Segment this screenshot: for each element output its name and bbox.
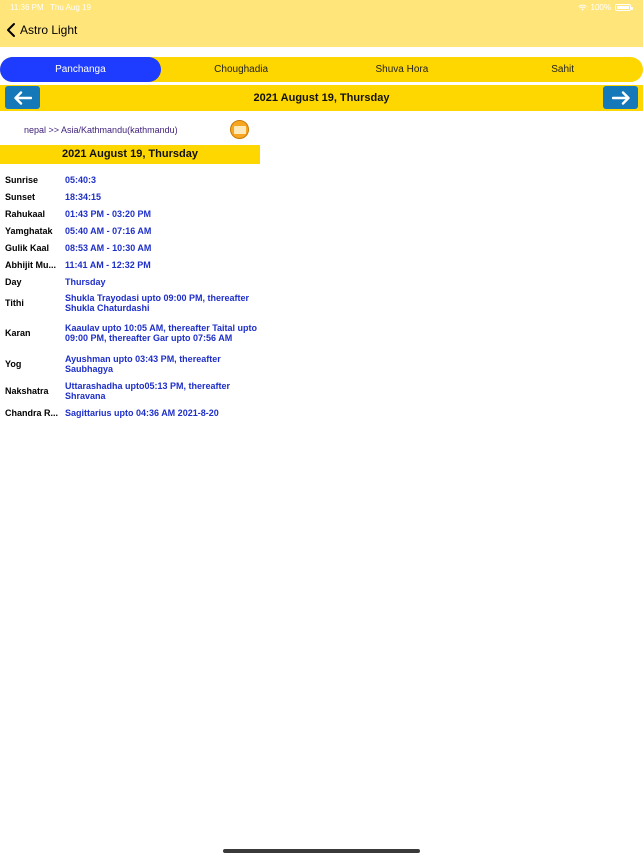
table-row: Tithi Shukla Trayodasi upto 09:00 PM, th…: [5, 290, 260, 316]
row-key: Nakshatra: [5, 385, 49, 396]
row-value: 18:34:15: [65, 191, 102, 202]
table-row: Abhijit Mu... 11:41 AM - 12:32 PM: [5, 256, 260, 273]
row-key: Gulik Kaal: [5, 242, 50, 253]
next-day-button[interactable]: [603, 86, 638, 109]
table-row: Gulik Kaal 08:53 AM - 10:30 AM: [5, 239, 260, 256]
table-row: Sunrise 05:40:3: [5, 171, 260, 188]
row-value: 01:43 PM - 03:20 PM: [65, 208, 152, 219]
tab-shuva-hora[interactable]: Shuva Hora: [322, 57, 483, 82]
battery-icon: [615, 4, 633, 11]
tab-choughadia[interactable]: Choughadia: [161, 57, 322, 82]
row-value: Shukla Trayodasi upto 09:00 PM, thereaft…: [65, 293, 250, 313]
tab-sahit[interactable]: Sahit: [482, 57, 643, 82]
row-value: 08:53 AM - 10:30 AM: [65, 242, 152, 253]
chevron-left-icon: [7, 23, 15, 37]
table-row: Sunset 18:34:15: [5, 188, 260, 205]
row-value: Sagittarius upto 04:36 AM 2021-8-20: [65, 407, 219, 418]
table-row: Yamghatak 05:40 AM - 07:16 AM: [5, 222, 260, 239]
row-value: 11:41 AM - 12:32 PM: [65, 259, 151, 270]
row-key: Abhijit Mu...: [5, 259, 56, 270]
table-row: Yog Ayushman upto 03:43 PM, thereafter S…: [5, 350, 260, 377]
previous-day-button[interactable]: [5, 86, 40, 109]
back-button[interactable]: Astro Light: [6, 22, 77, 38]
row-value: Kaaulav upto 10:05 AM, thereafter Taital…: [65, 323, 258, 343]
table-row: Nakshatra Uttarashadha upto05:13 PM, the…: [5, 377, 260, 404]
settings-badge-inner: [233, 125, 246, 134]
status-bar: 11:36 PM Thu Aug 19 100%: [0, 3, 643, 13]
row-key: Chandra R...: [5, 407, 59, 418]
row-key: Day: [5, 276, 22, 287]
home-indicator[interactable]: [223, 849, 420, 853]
date-nav-title: 2021 August 19, Thursday: [253, 92, 390, 104]
row-key: Yog: [5, 358, 22, 369]
row-value: Thursday: [65, 276, 106, 287]
tab-bar: Panchanga Choughadia Shuva Hora Sahit: [0, 57, 643, 82]
back-label: Astro Light: [20, 23, 78, 37]
date-banner: 2021 August 19, Thursday: [0, 145, 260, 164]
row-key: Sunset: [5, 191, 36, 202]
settings-badge-icon[interactable]: [230, 120, 249, 139]
row-key: Yamghatak: [5, 225, 53, 236]
row-value: 05:40:3: [65, 174, 97, 185]
table-row: Day Thursday: [5, 273, 260, 290]
row-value: Ayushman upto 03:43 PM, thereafter Saubh…: [65, 353, 221, 374]
tab-panchanga[interactable]: Panchanga: [0, 57, 161, 82]
table-row: Karan Kaaulav upto 10:05 AM, thereafter …: [5, 316, 260, 350]
row-key: Sunrise: [5, 174, 39, 185]
battery-percent: 100%: [590, 3, 611, 12]
arrow-right-icon: [611, 90, 630, 105]
wifi-icon: [577, 4, 587, 11]
row-key: Rahukaal: [5, 208, 46, 219]
table-row: Rahukaal 01:43 PM - 03:20 PM: [5, 205, 260, 222]
row-key: Karan: [5, 328, 31, 338]
top-bar: 11:36 PM Thu Aug 19 100% Astro Light: [0, 0, 643, 47]
panchanga-table: Sunrise 05:40:3 Sunset 18:34:15 Rahukaal…: [5, 171, 260, 421]
arrow-left-icon: [13, 90, 32, 105]
table-row: Chandra R... Sagittarius upto 04:36 AM 2…: [5, 404, 260, 421]
status-date: Thu Aug 19: [50, 3, 91, 12]
row-key: Tithi: [5, 298, 24, 308]
status-time: 11:36 PM: [10, 3, 44, 12]
location-text[interactable]: nepal >> Asia/Kathmandu(kathmandu): [24, 125, 178, 135]
row-value: Uttarashadha upto05:13 PM, thereafter Sh…: [65, 380, 231, 401]
row-value: 05:40 AM - 07:16 AM: [65, 225, 152, 236]
date-navigator: 2021 August 19, Thursday: [0, 85, 643, 111]
status-right: 100%: [577, 3, 633, 12]
